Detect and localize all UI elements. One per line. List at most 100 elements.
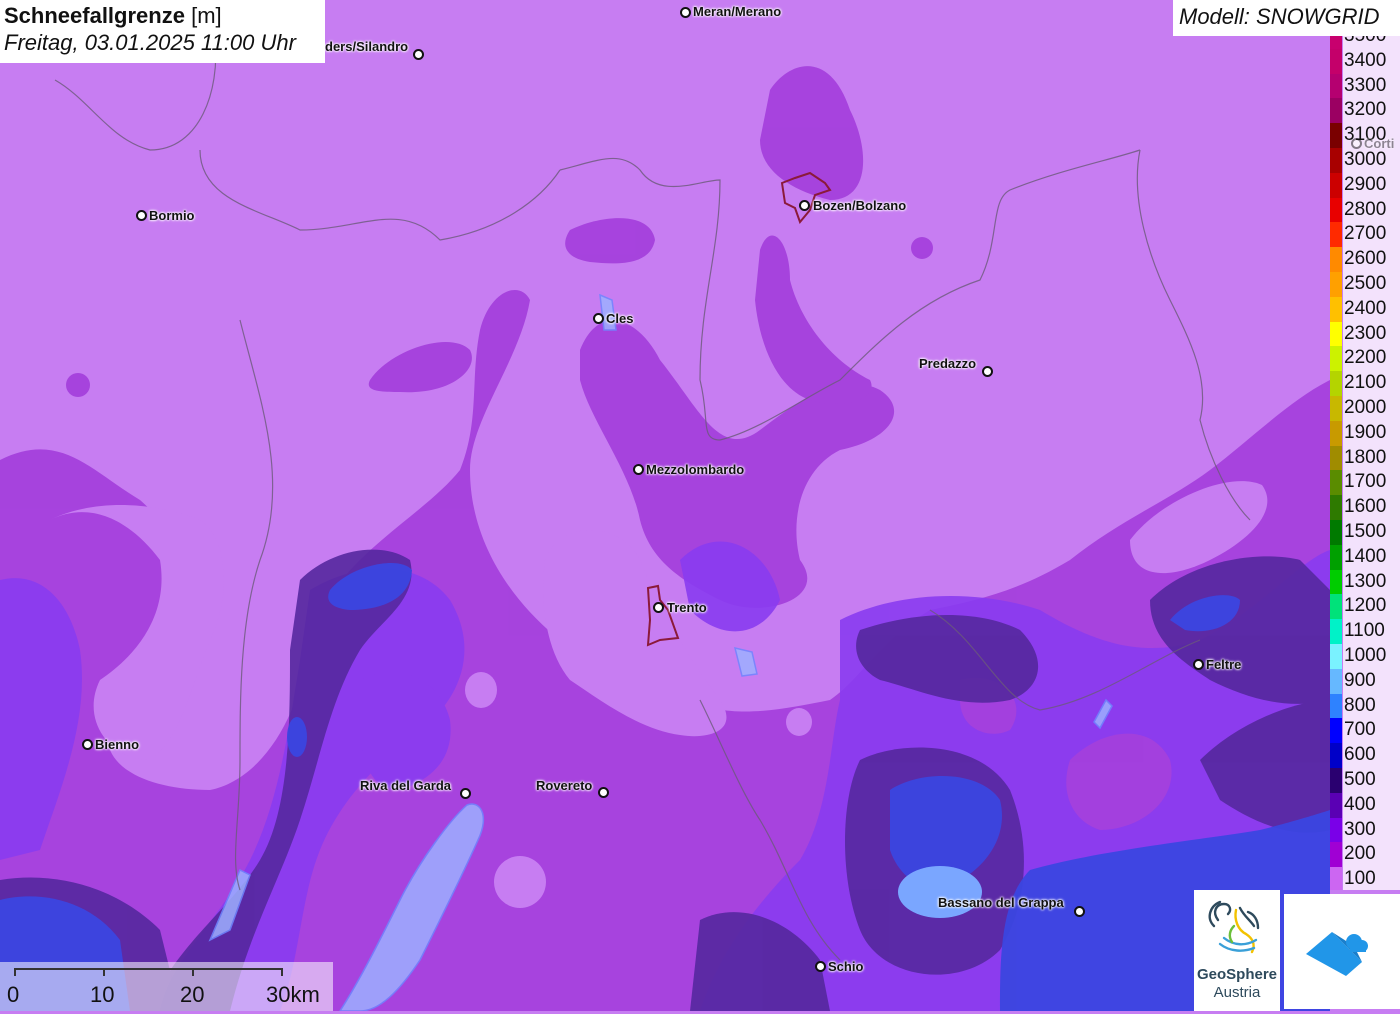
legend-swatch (1330, 594, 1342, 620)
legend-row: 2600 (1330, 247, 1400, 272)
legend-row: 2100 (1330, 371, 1400, 396)
legend-label: 1900 (1343, 420, 1400, 446)
scale-tick (192, 968, 194, 976)
geosphere-logo[interactable]: GeoSphere Austria (1194, 890, 1280, 1011)
city-marker-icon[interactable] (1193, 659, 1204, 670)
city-label[interactable]: Meran/Merano (693, 4, 781, 19)
city-marker-icon[interactable] (653, 602, 664, 613)
legend-row: 2000 (1330, 396, 1400, 421)
legend-swatch (1330, 792, 1342, 818)
legend-swatch (1330, 98, 1342, 124)
city-label[interactable]: Bozen/Bolzano (813, 198, 906, 213)
city-label[interactable]: Predazzo (919, 356, 976, 371)
legend-label: 3500 (1343, 36, 1400, 49)
legend-label: 3400 (1343, 48, 1400, 74)
legend-swatch (1330, 346, 1342, 372)
city-marker-icon[interactable] (1074, 906, 1085, 917)
legend-swatch (1330, 768, 1342, 793)
legend-label: 600 (1343, 743, 1400, 768)
legend-label: 500 (1343, 768, 1400, 793)
legend-label: 400 (1343, 792, 1400, 818)
map-title-box: Schneefallgrenze [m] Freitag, 03.01.2025… (0, 0, 325, 63)
legend-label: 2300 (1343, 321, 1400, 347)
legend-label: 2700 (1343, 222, 1400, 248)
city-marker-icon[interactable] (82, 739, 93, 750)
legend-swatch (1330, 172, 1342, 198)
city-label[interactable]: Rovereto (536, 778, 592, 793)
legend-row: 400 (1330, 792, 1400, 818)
legend-label: 1700 (1343, 470, 1400, 496)
city-label[interactable]: Bassano del Grappa (938, 895, 1064, 910)
legend-swatch (1330, 520, 1342, 545)
map-datetime: Freitag, 03.01.2025 11:00 Uhr (4, 30, 296, 55)
geosphere-emblem-icon (1208, 900, 1260, 954)
legend-swatch (1330, 222, 1342, 248)
scale-tick (281, 968, 283, 976)
city-marker-icon[interactable] (680, 7, 691, 18)
legend-swatch (1330, 371, 1342, 396)
city-label[interactable]: Mezzolombardo (646, 462, 744, 477)
legend-row: 1000 (1330, 644, 1400, 669)
legend-label: 3000 (1343, 148, 1400, 173)
legend-label: 1600 (1343, 495, 1400, 520)
city-marker-icon[interactable] (1351, 138, 1362, 149)
legend-label: 2800 (1343, 197, 1400, 223)
city-label[interactable]: Feltre (1206, 657, 1241, 672)
city-marker-icon[interactable] (815, 961, 826, 972)
city-label[interactable]: Bormio (149, 208, 195, 223)
legend-label: 2400 (1343, 296, 1400, 322)
logo-line2: Austria (1213, 984, 1261, 1001)
legend-label: 1800 (1343, 445, 1400, 471)
city-marker-icon[interactable] (136, 210, 147, 221)
city-label[interactable]: Schio (828, 959, 863, 974)
legend-row: 3400 (1330, 48, 1400, 74)
legend-label: 1300 (1343, 569, 1400, 595)
legend-swatch (1330, 272, 1342, 297)
legend-swatch (1330, 718, 1342, 744)
legend-label: 3300 (1343, 73, 1400, 99)
legend-swatch (1330, 296, 1342, 322)
legend-row: 2400 (1330, 296, 1400, 322)
city-label[interactable]: Trento (667, 600, 707, 615)
legend-row: 200 (1330, 842, 1400, 868)
legend-label: 1500 (1343, 520, 1400, 545)
legend-swatch (1330, 867, 1342, 890)
legend-swatch (1330, 668, 1342, 694)
city-label[interactable]: Corti (1364, 136, 1394, 151)
city-marker-icon[interactable] (593, 313, 604, 324)
legend-row: 1700 (1330, 470, 1400, 496)
app-logo[interactable] (1284, 894, 1400, 1009)
legend-swatch (1330, 470, 1342, 496)
legend-swatch (1330, 644, 1342, 669)
legend-label: 3200 (1343, 98, 1400, 124)
legend-row: 2700 (1330, 222, 1400, 248)
mountain-cloud-icon (1306, 932, 1368, 976)
city-label[interactable]: Cles (606, 311, 633, 326)
city-marker-icon[interactable] (633, 464, 644, 475)
legend-swatch (1330, 842, 1342, 868)
city-marker-icon[interactable] (413, 49, 424, 60)
legend-row: 900 (1330, 668, 1400, 694)
legend-swatch (1330, 123, 1342, 148)
legend-label: 2100 (1343, 371, 1400, 396)
legend-row: 1300 (1330, 569, 1400, 595)
legend-swatch (1330, 73, 1342, 99)
city-marker-icon[interactable] (460, 788, 471, 799)
city-label[interactable]: Bienno (95, 737, 139, 752)
legend-swatch (1330, 420, 1342, 446)
legend-row: 500 (1330, 768, 1400, 793)
city-marker-icon[interactable] (982, 366, 993, 377)
legend-row: 2800 (1330, 197, 1400, 223)
snowline-map[interactable] (0, 0, 1400, 1011)
city-label[interactable]: ders/Silandro (325, 39, 408, 54)
city-marker-icon[interactable] (598, 787, 609, 798)
city-label[interactable]: Riva del Garda (360, 778, 451, 793)
legend-swatch (1330, 197, 1342, 223)
scale-label-0: 0 (7, 982, 20, 1007)
legend-label: 700 (1343, 718, 1400, 744)
legend-row: 1900 (1330, 420, 1400, 446)
legend-label: 1100 (1343, 619, 1400, 644)
legend-row: 1800 (1330, 445, 1400, 471)
city-marker-icon[interactable] (799, 200, 810, 211)
legend-label: 2600 (1343, 247, 1400, 272)
